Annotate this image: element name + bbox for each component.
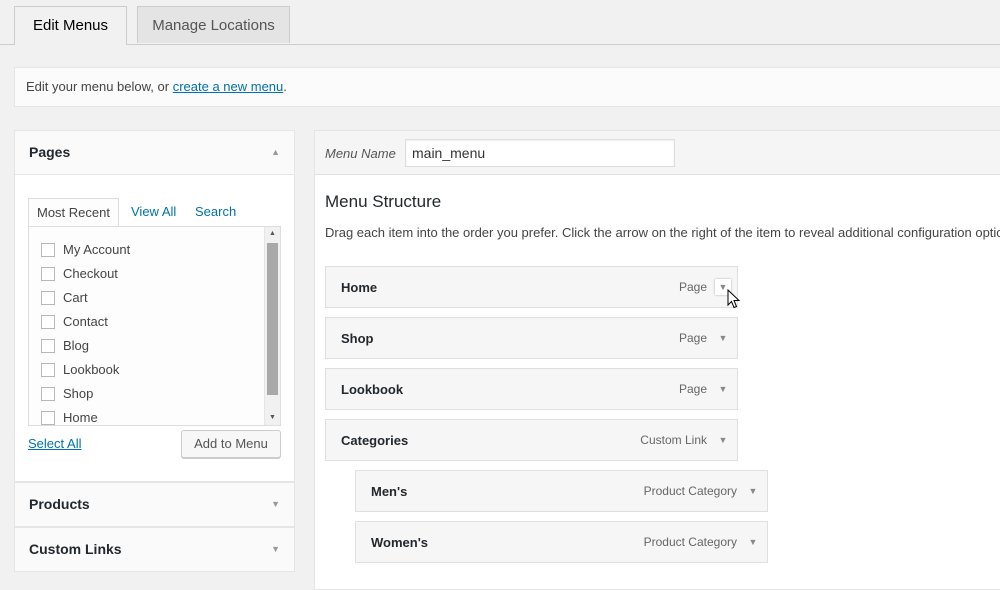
- list-item: Home: [41, 406, 130, 425]
- page-label: Home: [63, 410, 98, 425]
- menu-item-title: Home: [341, 280, 378, 295]
- tab-search[interactable]: Search: [195, 198, 236, 225]
- products-heading: Products: [29, 496, 90, 512]
- page-label: Contact: [63, 314, 108, 329]
- tab-edit-menus[interactable]: Edit Menus: [14, 6, 127, 45]
- menu-header: Menu Name: [315, 131, 1000, 175]
- menu-management-panel: Menu Name Menu Structure Drag each item …: [314, 130, 1000, 590]
- triangle-down-icon[interactable]: ▼: [715, 279, 731, 295]
- scroll-down-icon[interactable]: ▼: [265, 411, 280, 425]
- pages-checklist: My Account Checkout Cart Contact Blog Lo…: [28, 226, 281, 426]
- pages-section: Pages ▲ Most Recent View All Search My A…: [14, 130, 295, 482]
- triangle-down-icon[interactable]: ▼: [715, 381, 731, 397]
- list-item: Checkout: [41, 262, 130, 286]
- create-new-menu-link[interactable]: create a new menu: [173, 79, 284, 94]
- page-label: Blog: [63, 338, 90, 353]
- menu-item-womens[interactable]: Women's Product Category ▼: [355, 521, 768, 563]
- checkbox[interactable]: [41, 362, 55, 377]
- page-label: Checkout: [63, 266, 118, 281]
- products-section: Products ▼: [14, 482, 295, 527]
- page-label: Cart: [63, 290, 88, 305]
- checkbox[interactable]: [41, 314, 55, 329]
- menu-item-shop[interactable]: Shop Page ▼: [325, 317, 738, 359]
- menu-structure-instructions: Drag each item into the order you prefer…: [325, 225, 1000, 240]
- page-label: My Account: [63, 242, 131, 257]
- menu-name-label: Menu Name: [325, 146, 396, 161]
- checkbox[interactable]: [41, 266, 55, 281]
- page-label: Lookbook: [63, 362, 120, 377]
- menu-item-type: Page: [678, 382, 707, 396]
- list-item: Shop: [41, 382, 130, 406]
- nav-tabs: Edit Menus Manage Locations: [0, 0, 1000, 45]
- list-item: Contact: [41, 310, 130, 334]
- notice-period: .: [283, 79, 287, 94]
- checkbox[interactable]: [41, 386, 55, 401]
- list-item: Cart: [41, 286, 130, 310]
- page-label: Shop: [63, 386, 94, 401]
- menu-item-type: Custom Link: [640, 433, 707, 447]
- menu-name-input[interactable]: [405, 139, 675, 167]
- list-item: Blog: [41, 334, 130, 358]
- menu-item-title: Women's: [371, 535, 429, 550]
- select-all-link[interactable]: Select All: [28, 436, 81, 451]
- add-to-menu-button[interactable]: Add to Menu: [181, 430, 281, 458]
- menu-item-mens[interactable]: Men's Product Category ▼: [355, 470, 768, 512]
- list-item: My Account: [41, 238, 130, 262]
- checkbox[interactable]: [41, 338, 55, 353]
- pages-section-body: Most Recent View All Search My Account C…: [15, 174, 294, 481]
- menu-item-type: Page: [678, 280, 707, 294]
- triangle-down-icon: ▼: [271, 544, 280, 554]
- menu-item-type: Page: [678, 331, 707, 345]
- menu-item-type: Product Category: [643, 484, 737, 498]
- tab-most-recent[interactable]: Most Recent: [28, 198, 119, 227]
- menu-item-home[interactable]: Home Page ▼: [325, 266, 738, 308]
- menu-item-title: Men's: [371, 484, 408, 499]
- custom-links-section: Custom Links ▼: [14, 527, 295, 572]
- checkbox[interactable]: [41, 410, 55, 425]
- triangle-down-icon[interactable]: ▼: [715, 432, 731, 448]
- tab-view-all[interactable]: View All: [131, 198, 176, 225]
- menu-item-lookbook[interactable]: Lookbook Page ▼: [325, 368, 738, 410]
- notice-text: Edit your menu below, or: [26, 79, 173, 94]
- triangle-down-icon: ▼: [271, 499, 280, 509]
- scrollbar[interactable]: ▲ ▼: [264, 227, 280, 425]
- menu-item-title: Lookbook: [341, 382, 404, 397]
- scroll-up-icon[interactable]: ▲: [265, 227, 280, 241]
- add-menu-items-accordion: Pages ▲ Most Recent View All Search My A…: [14, 130, 295, 572]
- custom-links-section-header[interactable]: Custom Links ▼: [15, 528, 294, 571]
- pages-section-header[interactable]: Pages ▲: [15, 131, 294, 174]
- pages-heading: Pages: [29, 144, 71, 160]
- triangle-down-icon[interactable]: ▼: [745, 534, 761, 550]
- menu-item-categories[interactable]: Categories Custom Link ▼: [325, 419, 738, 461]
- scrollbar-thumb[interactable]: [267, 243, 278, 395]
- list-item: Lookbook: [41, 358, 130, 382]
- checkbox[interactable]: [41, 242, 55, 257]
- products-section-header[interactable]: Products ▼: [15, 483, 294, 526]
- checkbox[interactable]: [41, 290, 55, 305]
- triangle-down-icon[interactable]: ▼: [715, 330, 731, 346]
- menu-structure-title: Menu Structure: [325, 192, 442, 211]
- triangle-down-icon[interactable]: ▼: [745, 483, 761, 499]
- menu-item-title: Shop: [341, 331, 374, 346]
- menu-item-type: Product Category: [643, 535, 737, 549]
- custom-links-heading: Custom Links: [29, 541, 122, 557]
- edit-menu-notice: Edit your menu below, or create a new me…: [14, 67, 1000, 107]
- menu-item-title: Categories: [341, 433, 409, 448]
- tab-manage-locations[interactable]: Manage Locations: [137, 6, 290, 43]
- triangle-up-icon: ▲: [271, 147, 280, 157]
